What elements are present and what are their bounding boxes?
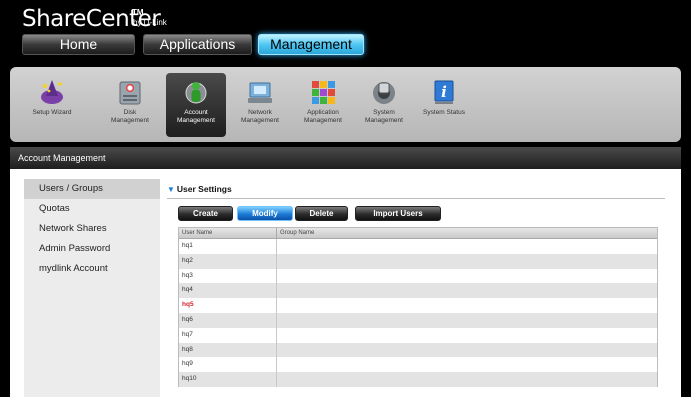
user-name-cell: hq1 (179, 239, 277, 254)
table-row[interactable]: hq4 (179, 283, 657, 299)
group-name-cell (277, 372, 657, 387)
system-management-button[interactable]: System Management (354, 73, 414, 137)
collapse-arrow-icon[interactable]: ▼ (167, 185, 175, 194)
table-header: User Name Group Name (179, 228, 657, 239)
sidebar-item-quotas[interactable]: Quotas (24, 199, 160, 219)
create-button[interactable]: Create (178, 206, 233, 221)
user-settings-content: ▼ User Settings Create Modify Delete Impo… (165, 177, 665, 397)
user-name-cell: hq7 (179, 327, 277, 343)
table-body: hq1 hq2 hq3 hq4 hq5 hq6 hq7 hq8 hq9 hq10 (179, 239, 657, 387)
main-panel: Account Management Users / Groups Quotas… (10, 147, 681, 397)
user-name-cell: hq10 (179, 372, 277, 387)
table-row[interactable]: hq1 (179, 239, 657, 254)
table-row[interactable]: hq10 (179, 372, 657, 387)
user-name-cell: hq3 (179, 268, 277, 284)
group-name-cell (277, 357, 657, 372)
user-name-cell: hq9 (179, 357, 277, 373)
tab-management[interactable]: Management (258, 34, 364, 55)
network-management-label-1: Network (248, 109, 272, 116)
table-row[interactable]: hq9 (179, 357, 657, 373)
account-management-button[interactable]: Account Management (166, 73, 226, 137)
application-management-button[interactable]: Application Management (293, 73, 353, 137)
user-name-cell: hq5 (179, 298, 277, 313)
disk-management-label-2: Management (111, 117, 149, 124)
info-icon: i (434, 80, 454, 104)
disk-management-label-1: Disk (123, 109, 137, 116)
application-icon (312, 81, 335, 104)
brand-trademark: TM (132, 8, 144, 17)
svg-text:i: i (441, 83, 447, 101)
group-name-cell (277, 343, 657, 358)
system-management-label-1: System (373, 109, 395, 116)
table-row[interactable]: hq2 (179, 253, 657, 269)
delete-button[interactable]: Delete (295, 206, 348, 221)
system-management-label-2: Management (365, 117, 403, 124)
column-header-user-name[interactable]: User Name (179, 228, 277, 238)
section-header[interactable]: ▼ User Settings (167, 184, 232, 194)
table-row[interactable]: hq3 (179, 268, 657, 284)
users-table: User Name Group Name hq1 hq2 hq3 hq4 hq5… (178, 227, 658, 387)
table-row[interactable]: hq6 (179, 312, 657, 328)
group-name-cell (277, 328, 657, 343)
table-row-selected[interactable]: hq5 (179, 298, 657, 313)
system-icon (373, 82, 395, 104)
management-icon-bar: Setup Wizard Disk Management Account Man… (10, 67, 681, 142)
network-management-button[interactable]: Network Management (230, 73, 290, 137)
network-management-label-2: Management (241, 117, 279, 124)
group-name-cell (277, 254, 657, 269)
account-management-label-2: Management (177, 117, 215, 124)
group-name-cell (277, 298, 657, 313)
user-name-cell: hq6 (179, 312, 277, 328)
column-header-group-name[interactable]: Group Name (277, 228, 314, 238)
tab-home[interactable]: Home (22, 34, 135, 55)
user-name-cell: hq4 (179, 283, 277, 299)
system-status-button[interactable]: i System Status (414, 73, 474, 137)
wizard-icon (41, 80, 63, 104)
tab-applications[interactable]: Applications (143, 34, 252, 55)
setup-wizard-label: Setup Wizard (32, 109, 72, 116)
disk-management-button[interactable]: Disk Management (100, 73, 160, 137)
import-users-button[interactable]: Import Users (355, 206, 441, 221)
group-name-cell (277, 269, 657, 284)
modify-button[interactable]: Modify (237, 206, 293, 221)
table-row[interactable]: hq8 (179, 342, 657, 358)
brand-by-dlink: by D-Link (133, 18, 167, 27)
account-icon (185, 82, 207, 104)
group-name-cell (277, 283, 657, 298)
account-management-label-1: Account (184, 109, 208, 116)
application-management-label-2: Management (304, 117, 342, 124)
network-icon (248, 82, 272, 103)
setup-wizard-button[interactable]: Setup Wizard (22, 73, 82, 137)
user-name-cell: hq8 (179, 342, 277, 358)
sidebar-item-users-groups[interactable]: Users / Groups (24, 179, 160, 199)
application-management-label-1: Application (307, 109, 339, 116)
user-name-cell: hq2 (179, 253, 277, 269)
sidebar-item-network-shares[interactable]: Network Shares (24, 219, 160, 239)
system-status-label: System Status (423, 109, 465, 116)
group-name-cell (277, 313, 657, 328)
table-row[interactable]: hq7 (179, 327, 657, 343)
sidebar: Users / Groups Quotas Network Shares Adm… (24, 179, 160, 397)
sidebar-item-mydlink-account[interactable]: mydlink Account (24, 259, 160, 279)
section-divider (167, 198, 665, 199)
disk-icon (119, 81, 141, 105)
sidebar-item-admin-password[interactable]: Admin Password (24, 239, 160, 259)
section-title: User Settings (176, 184, 232, 194)
top-header: ShareCenter TM by D-Link Home Applicatio… (0, 0, 691, 64)
group-name-cell (277, 239, 657, 254)
panel-title: Account Management (10, 147, 681, 169)
